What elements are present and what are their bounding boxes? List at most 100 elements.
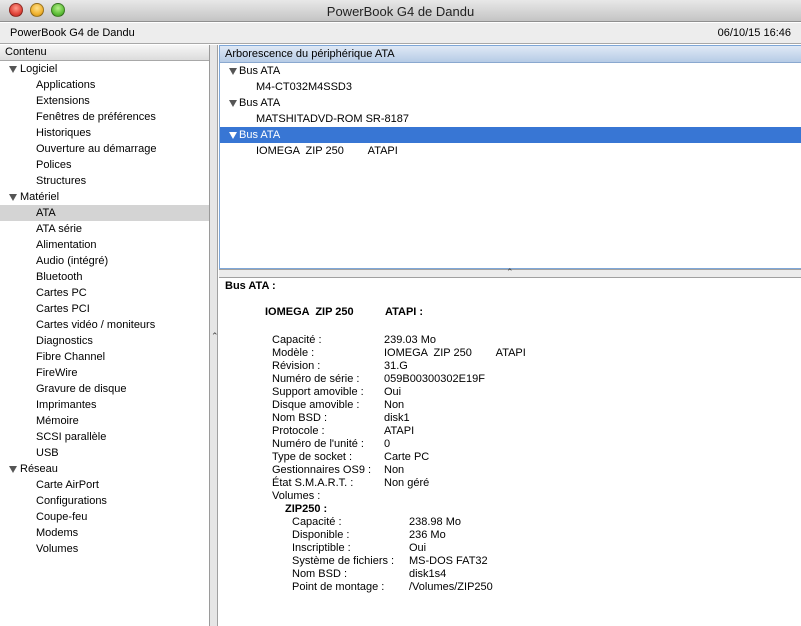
sidebar-item-cartes-pci[interactable]: Cartes PCI (0, 301, 209, 317)
sidebar-group-label: Logiciel (20, 63, 58, 75)
sidebar-item-polices[interactable]: Polices (0, 157, 209, 173)
prop-value: 239.03 Mo (384, 334, 436, 346)
sidebar-item-fenetres-preferences[interactable]: Fenêtres de préférences (0, 109, 209, 125)
sidebar-group-label: Matériel (20, 191, 60, 203)
prop-key: Numéro de l'unité : (272, 438, 364, 450)
split-grip-icon: ⌃ (211, 331, 219, 341)
disclosure-triangle-icon[interactable] (229, 100, 237, 107)
prop-value: Non (384, 399, 405, 411)
sidebar-item-imprimantes[interactable]: Imprimantes (0, 397, 209, 413)
machine-name: PowerBook G4 de Dandu (10, 27, 135, 39)
prop-key: Type de socket : (272, 451, 353, 463)
disclosure-triangle-icon[interactable] (229, 68, 237, 75)
disclosure-triangle-icon[interactable] (229, 132, 237, 139)
sidebar-item-fibre-channel[interactable]: Fibre Channel (0, 349, 209, 365)
bus-label: Bus ATA (239, 97, 281, 109)
device-tree-device-2[interactable]: MATSHITADVD-ROM SR-8187 (220, 111, 801, 127)
prop-value: Carte PC (384, 451, 430, 463)
prop-key: Révision : (272, 360, 321, 372)
prop-value: 059B00300302E19F (384, 373, 485, 385)
sidebar-item-configurations[interactable]: Configurations (0, 493, 209, 509)
sidebar-item-scsi-parallele[interactable]: SCSI parallèle (0, 429, 209, 445)
volume-prop-key: Disponible : (292, 529, 350, 541)
sidebar-item-ata[interactable]: ATA (0, 205, 209, 221)
sidebar-item-alimentation[interactable]: Alimentation (0, 237, 209, 253)
volume-prop-key: Point de montage : (292, 581, 385, 593)
window-title: PowerBook G4 de Dandu (326, 4, 475, 19)
bus-label: Bus ATA (239, 129, 281, 141)
sidebar-group-label: Réseau (20, 463, 58, 475)
sidebar-item-gravure-disque[interactable]: Gravure de disque (0, 381, 209, 397)
device-tree-bus-3[interactable]: Bus ATA (220, 127, 801, 143)
vertical-split-handle[interactable]: ⌃ (210, 45, 219, 626)
volume-prop-key: Capacité : (292, 516, 342, 528)
disclosure-triangle-icon[interactable] (9, 66, 17, 73)
device-tree-device-3[interactable]: IOMEGA ZIP 250 ATAPI (220, 143, 801, 159)
detail-heading: Bus ATA : (225, 280, 276, 292)
sidebar-item-volumes[interactable]: Volumes (0, 541, 209, 557)
volume-prop-value: /Volumes/ZIP250 (409, 581, 493, 593)
prop-key: Disque amovible : (272, 399, 360, 411)
volume-prop-value: 236 Mo (409, 529, 446, 541)
prop-value: 31.G (384, 360, 408, 372)
sidebar-item-diagnostics[interactable]: Diagnostics (0, 333, 209, 349)
prop-key: Volumes : (272, 490, 321, 502)
bus-label: Bus ATA (239, 65, 281, 77)
detail-pane: Bus ATA : IOMEGA ZIP 250 ATAPI : Capacit… (219, 278, 801, 626)
sidebar-item-coupe-feu[interactable]: Coupe-feu (0, 509, 209, 525)
prop-value: ATAPI (384, 425, 415, 437)
sidebar-group-reseau[interactable]: Réseau (0, 461, 209, 477)
sidebar-item-carte-airport[interactable]: Carte AirPort (0, 477, 209, 493)
volume-prop-value: MS-DOS FAT32 (409, 555, 488, 567)
prop-value: Oui (384, 386, 402, 398)
volume-prop-key: Nom BSD : (292, 568, 348, 580)
prop-value: Non (384, 464, 405, 476)
volume-prop-value: Oui (409, 542, 427, 554)
device-tree-bus-2[interactable]: Bus ATA (220, 95, 801, 111)
horizontal-split-handle[interactable]: ⌃ (219, 267, 801, 278)
device-tree-pane: Arborescence du périphérique ATA Bus ATA… (219, 45, 801, 269)
prop-value: 0 (384, 438, 391, 450)
sidebar-item-audio[interactable]: Audio (intégré) (0, 253, 209, 269)
device-tree-header: Arborescence du périphérique ATA (220, 46, 801, 63)
report-date: 06/10/15 16:46 (717, 27, 791, 39)
sidebar-item-usb[interactable]: USB (0, 445, 209, 461)
volume-prop-key: Inscriptible : (292, 542, 351, 554)
prop-value: disk1 (384, 412, 410, 424)
sidebar-item-bluetooth[interactable]: Bluetooth (0, 269, 209, 285)
volume-prop-value: 238.98 Mo (409, 516, 461, 528)
prop-key: Nom BSD : (272, 412, 328, 424)
prop-key: Capacité : (272, 334, 322, 346)
sidebar-item-extensions[interactable]: Extensions (0, 93, 209, 109)
volume-prop-value: disk1s4 (409, 568, 447, 580)
sidebar-item-ouverture-demarrage[interactable]: Ouverture au démarrage (0, 141, 209, 157)
sidebar-item-memoire[interactable]: Mémoire (0, 413, 209, 429)
disclosure-triangle-icon[interactable] (9, 194, 17, 201)
volume-name: ZIP250 : (285, 503, 328, 515)
sidebar-header: Contenu (0, 45, 209, 61)
sidebar-item-firewire[interactable]: FireWire (0, 365, 209, 381)
sidebar-item-historiques[interactable]: Historiques (0, 125, 209, 141)
sidebar-item-applications[interactable]: Applications (0, 77, 209, 93)
info-bar: PowerBook G4 de Dandu 06/10/15 16:46 (0, 23, 801, 44)
prop-key: Modèle : (272, 347, 315, 359)
sidebar-item-ata-serie[interactable]: ATA série (0, 221, 209, 237)
prop-value: IOMEGA ZIP 250 ATAPI (384, 347, 526, 359)
split-grip-icon: ⌃ (506, 267, 514, 277)
disclosure-triangle-icon[interactable] (9, 466, 17, 473)
sidebar-item-cartes-video[interactable]: Cartes vidéo / moniteurs (0, 317, 209, 333)
prop-value: Non géré (384, 477, 430, 489)
title-bar: PowerBook G4 de Dandu (0, 0, 801, 22)
detail-device-type: ATAPI : (385, 306, 424, 318)
device-tree-device-1[interactable]: M4-CT032M4SSD3 (220, 79, 801, 95)
device-tree-bus-1[interactable]: Bus ATA (220, 63, 801, 79)
sidebar-group-logiciel[interactable]: Logiciel (0, 61, 209, 77)
sidebar-item-structures[interactable]: Structures (0, 173, 209, 189)
prop-key: Protocole : (272, 425, 325, 437)
sidebar-group-materiel[interactable]: Matériel (0, 189, 209, 205)
volume-prop-key: Système de fichiers : (292, 555, 395, 567)
sidebar-item-cartes-pc[interactable]: Cartes PC (0, 285, 209, 301)
sidebar-item-modems[interactable]: Modems (0, 525, 209, 541)
contents-sidebar: Contenu Logiciel Applications Extensions… (0, 45, 210, 626)
prop-key: État S.M.A.R.T. : (272, 477, 354, 489)
